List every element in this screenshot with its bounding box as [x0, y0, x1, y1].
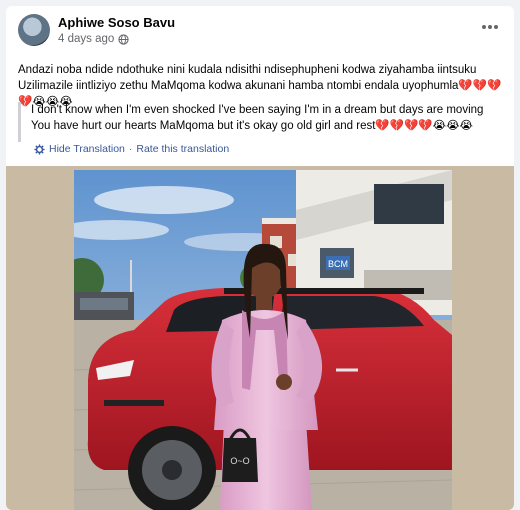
more-options-icon[interactable] — [478, 18, 502, 36]
translation-line-2: You have hurt our hearts MaMqoma but it'… — [31, 118, 509, 134]
post-text-line-2: Uzilimazile iintliziyo zethu MaMqoma kod… — [18, 78, 502, 94]
post-text-line-2-text: Uzilimazile iintliziyo zethu MaMqoma kod… — [18, 80, 459, 92]
heart-emoji-group: 💔💔💔 — [458, 80, 502, 92]
gear-icon[interactable] — [34, 143, 45, 155]
handbag-logo-text: O~O — [230, 456, 249, 466]
translation-line-2-text: You have hurt our hearts MaMqoma but it'… — [31, 120, 376, 132]
post-text-line-1: Andazi noba ndide ndothuke nini kudala n… — [18, 64, 477, 76]
post-meta: 4 days ago — [58, 33, 129, 45]
translation-emoji: 💔💔💔💔😭😭😭 — [375, 120, 473, 132]
photo-scene: BCM O~O — [74, 170, 452, 510]
post-card: Aphiwe Soso Bavu 4 days ago Andazi noba … — [6, 6, 514, 510]
translation-line-1: I don't know when I'm even shocked I've … — [31, 104, 484, 116]
translation-block: I don't know when I'm even shocked I've … — [18, 102, 509, 142]
post-timestamp[interactable]: 4 days ago — [58, 33, 114, 45]
author-avatar[interactable] — [18, 14, 50, 46]
post-photo-container: BCM O~O — [6, 166, 514, 510]
rate-translation-link[interactable]: Rate this translation — [136, 143, 229, 155]
author-name[interactable]: Aphiwe Soso Bavu — [58, 15, 175, 30]
separator-dot: · — [128, 143, 133, 155]
building-sign-text: BCM — [328, 259, 348, 269]
translation-actions: Hide Translation · Rate this translation — [34, 143, 229, 155]
post-photo[interactable]: BCM O~O — [74, 170, 452, 510]
hide-translation-link[interactable]: Hide Translation — [49, 143, 125, 155]
post-header: Aphiwe Soso Bavu 4 days ago — [6, 6, 514, 54]
globe-icon — [118, 33, 129, 45]
